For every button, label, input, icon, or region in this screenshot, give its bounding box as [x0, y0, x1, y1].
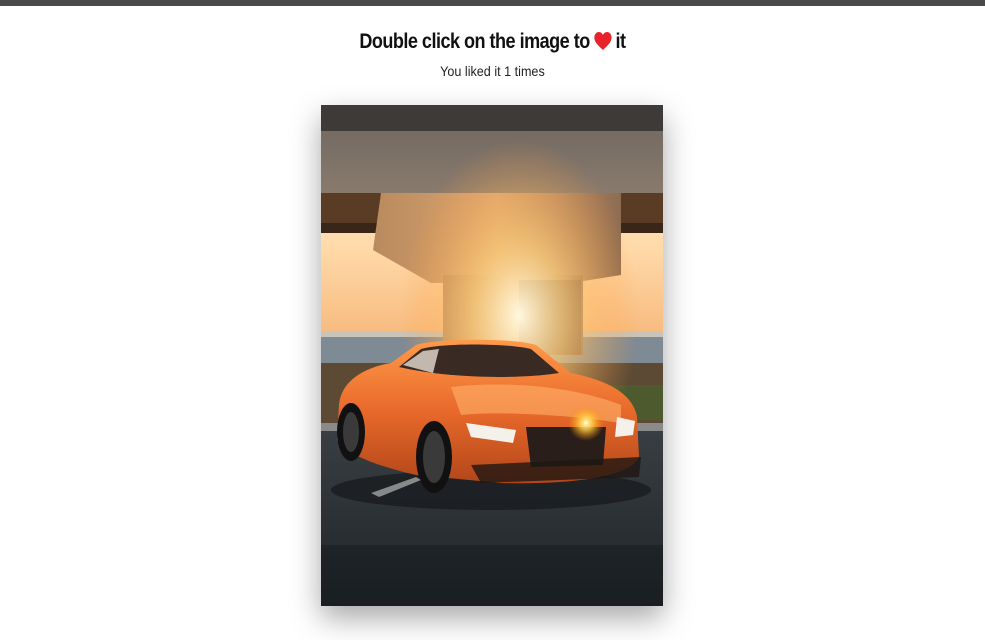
heart-icon [593, 31, 612, 57]
title-text-before: Double click on the image to [359, 30, 590, 53]
top-bar [0, 0, 985, 6]
like-counter-suffix: times [514, 63, 545, 79]
car-photo [321, 105, 663, 606]
like-counter-prefix: You liked it [440, 63, 501, 79]
page-title: Double click on the image to it [69, 30, 916, 57]
title-text-after: it [615, 30, 627, 53]
likeable-image[interactable] [321, 105, 663, 606]
like-counter: You liked it 1 times [49, 63, 936, 79]
like-count: 1 [504, 63, 512, 79]
